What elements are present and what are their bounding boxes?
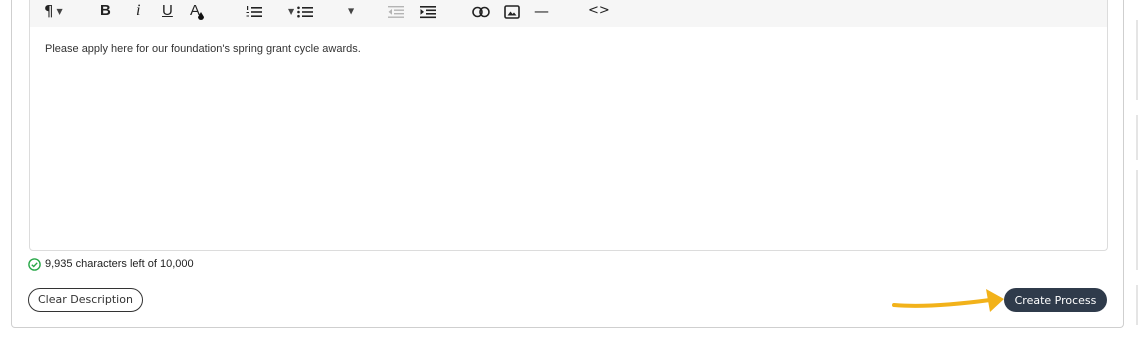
character-count-status: 9,935 characters left of 10,000 [28, 256, 194, 272]
link-icon [472, 6, 490, 17]
chevron-down-icon: ▼ [288, 6, 295, 16]
insert-link-button[interactable] [472, 1, 490, 21]
page-edge [1136, 20, 1138, 325]
rich-text-editor: ¶ ▼ B i U A ▼ ▼ — <> Please apply here f… [29, 0, 1108, 251]
horizontal-rule-button[interactable]: — [534, 1, 549, 21]
insert-image-button[interactable] [504, 1, 520, 21]
underline-button[interactable]: U [162, 1, 173, 21]
paragraph-format-dropdown[interactable]: ¶ ▼ [44, 1, 63, 21]
ordered-list-button[interactable] [246, 1, 262, 21]
editor-content[interactable]: Please apply here for our foundation's s… [45, 43, 361, 55]
italic-icon: i [136, 2, 141, 19]
text-color-button[interactable]: A [190, 1, 205, 21]
image-icon [504, 4, 520, 19]
indent-button[interactable] [420, 1, 436, 21]
ordered-list-icon [246, 5, 262, 17]
underline-icon: U [162, 2, 173, 19]
bullet-list-dropdown[interactable]: ▼ [288, 1, 314, 21]
annotation-arrow-icon [892, 289, 1004, 312]
outdent-icon [388, 5, 404, 18]
editor-toolbar: ¶ ▼ B i U A ▼ ▼ — <> [30, 0, 1107, 27]
bold-button[interactable]: B [100, 1, 111, 21]
clear-description-button[interactable]: Clear Description [28, 288, 143, 312]
code-icon: <> [588, 3, 610, 18]
create-process-button[interactable]: Create Process [1004, 288, 1107, 312]
horizontal-rule-icon: — [534, 2, 549, 20]
code-view-button[interactable]: <> [588, 1, 610, 21]
chevron-down-icon: ▼ [56, 6, 63, 16]
character-count-text: 9,935 characters left of 10,000 [45, 258, 194, 270]
bullet-list-icon [297, 6, 314, 17]
italic-button[interactable]: i [136, 1, 140, 21]
bold-icon: B [100, 2, 111, 19]
indent-icon [420, 5, 436, 18]
chevron-down-icon: ▼ [348, 6, 355, 16]
check-circle-icon [28, 257, 41, 271]
list-style-dropdown[interactable]: ▼ [348, 1, 354, 21]
text-color-icon: A [190, 2, 205, 20]
paragraph-icon: ¶ [44, 2, 54, 20]
outdent-button[interactable] [388, 1, 404, 21]
